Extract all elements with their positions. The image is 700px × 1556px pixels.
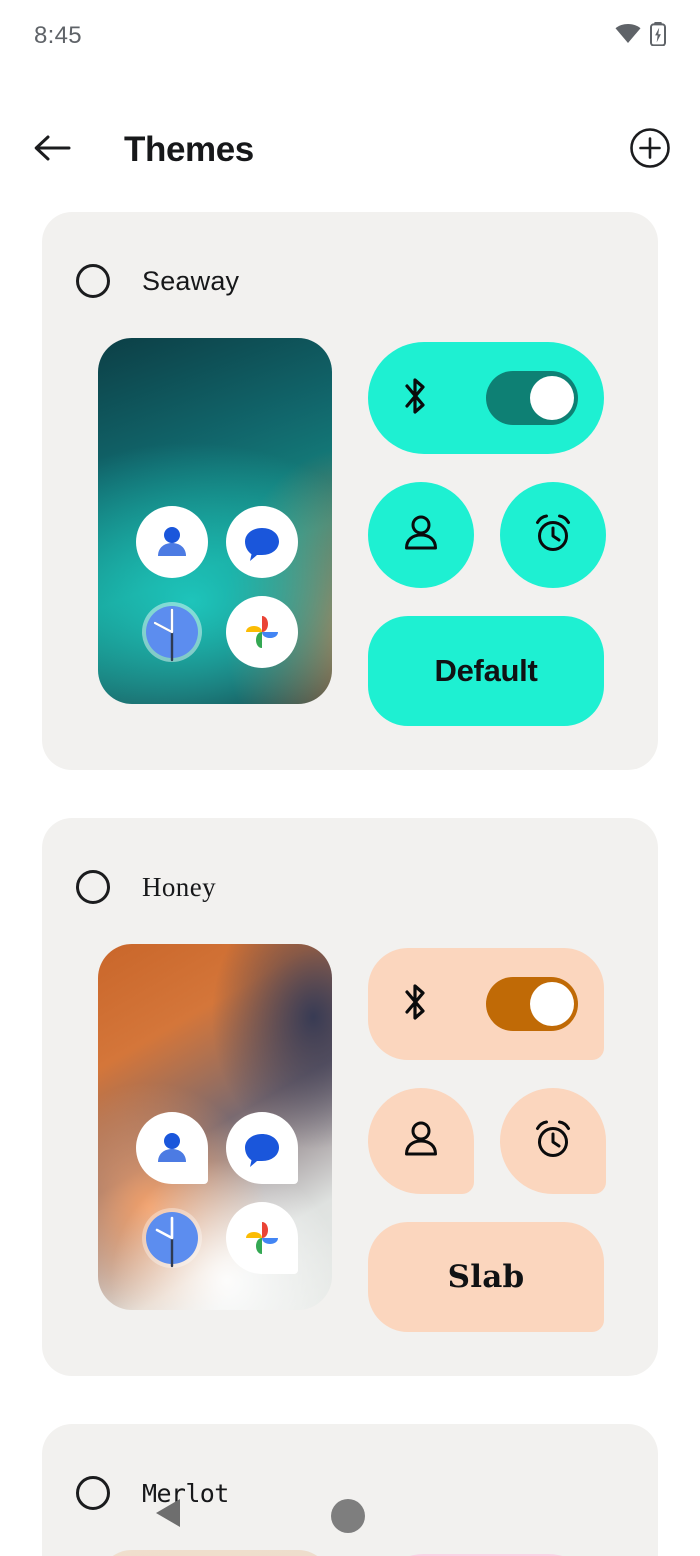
theme-card-merlot[interactable]: Merlot bbox=[42, 1424, 658, 1556]
messages-icon bbox=[226, 1112, 298, 1184]
alarm-clock-icon bbox=[531, 511, 575, 560]
app-icon-grid bbox=[136, 1112, 314, 1290]
wallpaper-preview-seaway bbox=[98, 338, 332, 704]
battery-charging-icon bbox=[650, 21, 666, 51]
theme-preview-honey: Slab bbox=[42, 912, 658, 1376]
theme-list: Seaway Default Honey Slab Merlot bbox=[42, 212, 658, 1556]
wallpaper-preview-merlot bbox=[98, 1550, 332, 1556]
contacts-icon bbox=[136, 506, 208, 578]
contacts-icon bbox=[136, 1112, 208, 1184]
quick-tile-row bbox=[368, 1088, 606, 1194]
clock-icon bbox=[136, 596, 208, 668]
alarm-tile[interactable] bbox=[500, 1088, 606, 1194]
app-icon-grid bbox=[136, 506, 314, 684]
alarm-tile[interactable] bbox=[500, 482, 606, 588]
theme-controls-seaway: Default bbox=[368, 338, 606, 726]
bluetooth-switch[interactable] bbox=[486, 371, 578, 425]
add-theme-button[interactable] bbox=[626, 126, 674, 174]
themes-screen: 8:45 Themes Seaway Default Honey Slab Me… bbox=[0, 0, 700, 1556]
bluetooth-tile[interactable] bbox=[368, 342, 604, 454]
theme-name-honey: Honey bbox=[142, 871, 216, 902]
wallpaper-preview-honey bbox=[98, 944, 332, 1310]
wifi-icon bbox=[615, 23, 641, 49]
clock-icon bbox=[136, 1202, 208, 1274]
quick-tile-row bbox=[368, 482, 606, 588]
font-chip-seaway[interactable]: Default bbox=[368, 616, 604, 726]
page-title: Themes bbox=[124, 130, 254, 169]
switch-thumb bbox=[530, 376, 574, 420]
font-chip-honey[interactable]: Slab bbox=[368, 1222, 604, 1332]
theme-header-honey: Honey bbox=[42, 862, 658, 912]
status-bar: 8:45 bbox=[0, 0, 700, 72]
person-tile[interactable] bbox=[368, 1088, 474, 1194]
bluetooth-switch[interactable] bbox=[486, 977, 578, 1031]
plus-circle-icon bbox=[629, 127, 671, 174]
theme-card-seaway[interactable]: Seaway Default bbox=[42, 212, 658, 770]
photos-icon bbox=[226, 596, 298, 668]
theme-controls-honey: Slab bbox=[368, 944, 606, 1332]
theme-preview-seaway: Default bbox=[42, 306, 658, 770]
switch-thumb bbox=[530, 982, 574, 1026]
cursor-arrow bbox=[152, 1494, 188, 1537]
theme-card-honey[interactable]: Honey Slab bbox=[42, 818, 658, 1376]
status-time: 8:45 bbox=[34, 22, 82, 49]
theme-controls-merlot bbox=[368, 1550, 604, 1556]
radio-merlot[interactable] bbox=[76, 1476, 110, 1510]
bluetooth-icon bbox=[398, 374, 432, 423]
theme-header-seaway: Seaway bbox=[42, 256, 658, 306]
person-tile[interactable] bbox=[368, 482, 474, 588]
theme-name-seaway: Seaway bbox=[142, 265, 240, 296]
status-icon-group bbox=[615, 21, 666, 51]
bluetooth-icon bbox=[398, 980, 432, 1029]
photos-icon bbox=[226, 1202, 298, 1274]
cursor-dot bbox=[331, 1499, 365, 1533]
app-bar: Themes bbox=[0, 112, 700, 188]
back-arrow-icon bbox=[33, 132, 71, 169]
radio-seaway[interactable] bbox=[76, 264, 110, 298]
person-icon bbox=[401, 1118, 441, 1165]
person-icon bbox=[401, 512, 441, 559]
radio-honey[interactable] bbox=[76, 870, 110, 904]
bluetooth-tile[interactable] bbox=[368, 948, 604, 1060]
back-button[interactable] bbox=[30, 128, 74, 172]
alarm-clock-icon bbox=[531, 1117, 575, 1166]
messages-icon bbox=[226, 506, 298, 578]
